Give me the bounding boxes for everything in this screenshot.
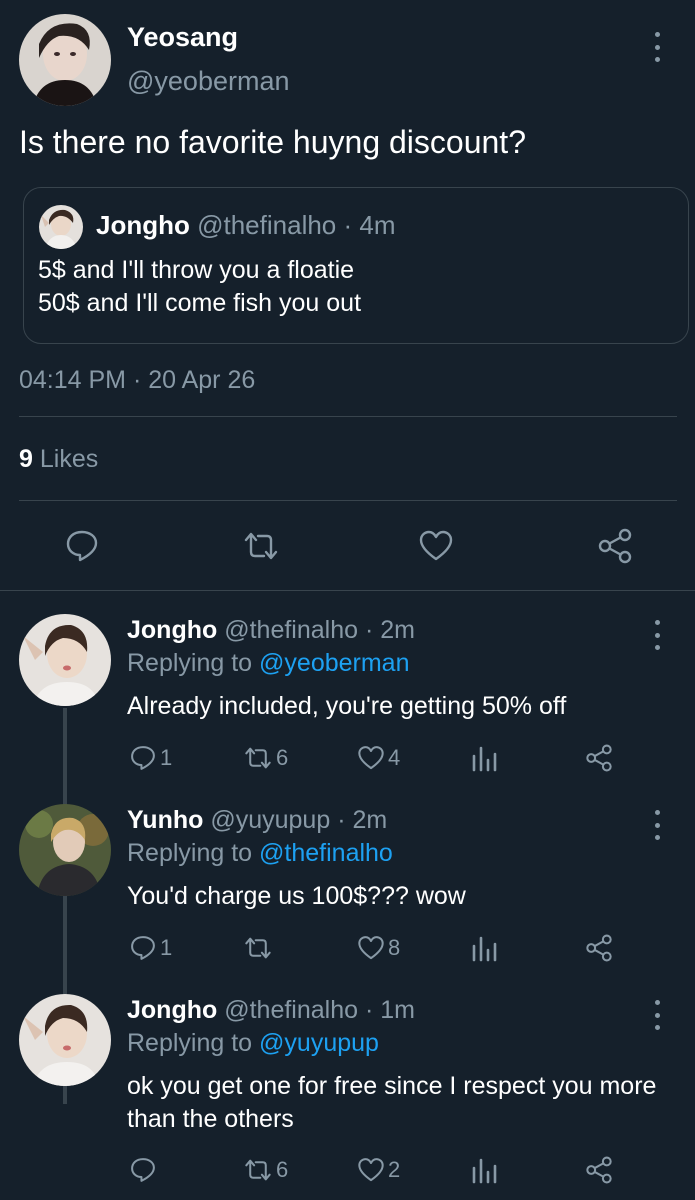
replying-to: Replying to @yuyupup — [127, 1029, 379, 1058]
heart-icon — [358, 1158, 384, 1182]
reply-header: Jongho @thefinalho · 2m — [127, 616, 415, 645]
analytics-icon[interactable] — [471, 744, 497, 772]
tweet-text: Is there no favorite huyng discount? — [19, 124, 526, 160]
like-button[interactable]: 4 — [357, 744, 400, 772]
share-icon[interactable] — [597, 528, 633, 569]
reply-time: · 2m — [364, 616, 415, 644]
reply-header: Jongho @thefinalho · 1m — [127, 996, 415, 1025]
retweet-count: 6 — [276, 1157, 289, 1182]
reply-icon[interactable] — [64, 528, 100, 569]
reply-text: Already included, you're getting 50% off — [127, 692, 567, 720]
reply-icon — [131, 936, 155, 960]
like-count: 8 — [388, 935, 401, 960]
reply-time: · 1m — [364, 996, 415, 1024]
reply-text: You'd charge us 100$??? wow — [127, 882, 466, 910]
avatar-jongho[interactable] — [19, 614, 111, 706]
retweet-icon — [245, 1159, 271, 1181]
quoted-tweet[interactable]: Jongho @thefinalho · 4m 5$ and I'll thro… — [23, 187, 689, 344]
reply-action-bar: 1 8 — [127, 934, 647, 964]
reply-button[interactable]: 1 — [129, 934, 172, 962]
analytics-icon[interactable] — [471, 1156, 497, 1184]
replying-to-link[interactable]: @yuyupup — [259, 1029, 379, 1057]
retweet-icon — [245, 747, 271, 769]
replying-to-label: Replying to — [127, 839, 253, 867]
reply-author-handle[interactable]: @thefinalho — [224, 996, 358, 1024]
main-tweet: Yeosang @yeoberman Is there no favorite … — [0, 0, 695, 590]
like-count: 4 — [388, 745, 401, 770]
quote-header: Jongho @thefinalho · 4m — [96, 210, 396, 241]
heart-icon — [358, 936, 384, 960]
section-divider — [0, 590, 695, 591]
quote-author-name: Jongho — [96, 210, 190, 240]
reply-author-name[interactable]: Jongho — [127, 996, 217, 1024]
likes-count: 9 — [19, 445, 33, 473]
likes-label: Likes — [39, 445, 99, 473]
quote-author-handle: @thefinalho — [197, 210, 337, 240]
reply-count: 1 — [160, 745, 173, 770]
reply-icon — [131, 746, 155, 770]
retweet-count: 6 — [276, 745, 289, 770]
share-icon[interactable] — [585, 1156, 613, 1184]
like-button[interactable]: 8 — [357, 934, 400, 962]
reply-icon — [131, 1158, 155, 1182]
like-count: 2 — [388, 1157, 401, 1182]
replying-to-label: Replying to — [127, 1029, 253, 1057]
quote-line-2: 50$ and I'll come fish you out — [38, 289, 362, 317]
author-handle[interactable]: @yeoberman — [127, 66, 290, 97]
avatar-jongho-quote — [39, 205, 83, 249]
retweet-button[interactable]: 6 — [243, 1156, 288, 1184]
quote-time: · 4m — [343, 210, 396, 240]
replying-to-link[interactable]: @thefinalho — [259, 839, 393, 867]
reply-action-bar: 1 6 4 — [127, 744, 647, 774]
quote-text: 5$ and I'll throw you a floatie 50$ and … — [38, 254, 361, 320]
more-options-icon[interactable] — [651, 810, 663, 840]
retweet-button[interactable] — [243, 934, 276, 962]
retweet-icon[interactable] — [242, 528, 280, 569]
share-icon[interactable] — [585, 934, 613, 962]
reply-header: Yunho @yuyupup · 2m — [127, 806, 387, 835]
like-button[interactable]: 2 — [357, 1156, 400, 1184]
reply-author-name[interactable]: Jongho — [127, 616, 217, 644]
replying-to-link[interactable]: @yeoberman — [259, 649, 409, 677]
share-icon[interactable] — [585, 744, 613, 772]
author-name[interactable]: Yeosang — [127, 22, 238, 53]
retweet-icon — [245, 937, 271, 959]
replying-to: Replying to @yeoberman — [127, 649, 409, 678]
avatar-yunho[interactable] — [19, 804, 111, 896]
analytics-icon[interactable] — [471, 934, 497, 962]
reply-author-handle[interactable]: @thefinalho — [224, 616, 358, 644]
heart-icon[interactable] — [418, 528, 454, 569]
reply-time: · 2m — [337, 806, 388, 834]
replying-to-label: Replying to — [127, 649, 253, 677]
reply-button[interactable]: 1 — [129, 744, 172, 772]
heart-icon — [358, 746, 384, 770]
divider — [19, 416, 677, 417]
reply-button[interactable] — [129, 1156, 160, 1184]
tweet-timestamp: 04:14 PM · 20 Apr 26 — [19, 366, 256, 394]
reply-text: ok you get one for free since I respect … — [127, 1072, 657, 1133]
avatar-yeosang[interactable] — [19, 14, 111, 106]
reply-action-bar: 6 2 — [127, 1156, 647, 1186]
more-options-icon[interactable] — [651, 1000, 663, 1030]
likes-summary[interactable]: 9 Likes — [19, 445, 98, 474]
divider — [19, 500, 677, 501]
quote-line-1: 5$ and I'll throw you a floatie — [38, 256, 355, 284]
avatar-jongho[interactable] — [19, 994, 111, 1086]
reply-author-name[interactable]: Yunho — [127, 806, 203, 834]
reply-author-handle[interactable]: @yuyupup — [210, 806, 330, 834]
more-options-icon[interactable] — [651, 620, 663, 650]
main-action-bar — [0, 528, 695, 564]
replying-to: Replying to @thefinalho — [127, 839, 393, 868]
retweet-button[interactable]: 6 — [243, 744, 288, 772]
reply-count: 1 — [160, 935, 173, 960]
more-options-icon[interactable] — [651, 32, 663, 62]
